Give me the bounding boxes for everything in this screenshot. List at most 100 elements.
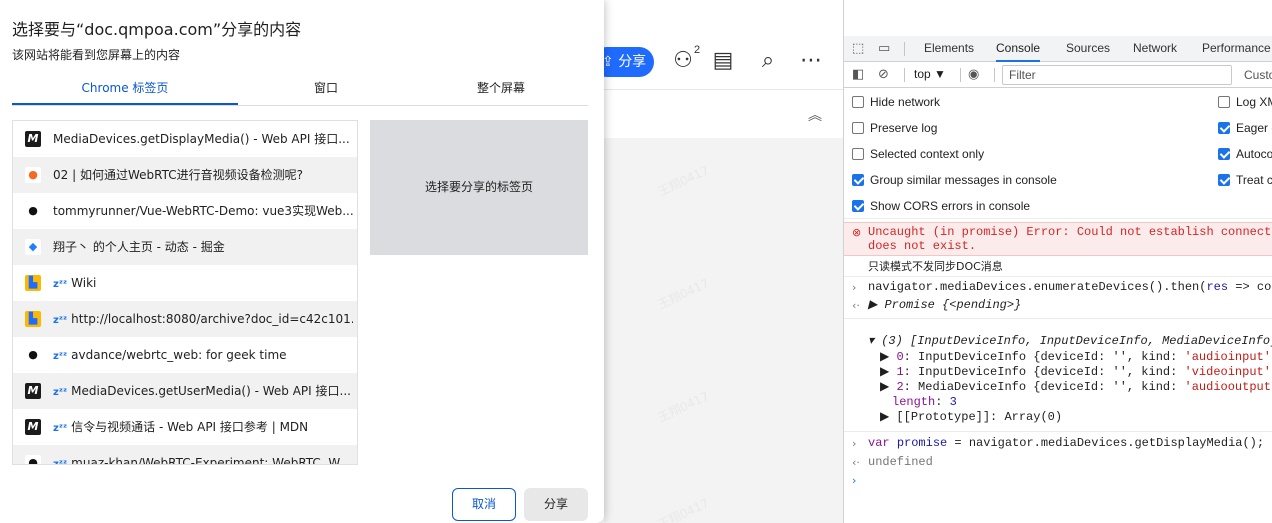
- tab-title: MediaDevices.getDisplayMedia() - Web API…: [53, 132, 350, 146]
- tab-title: 02 | 如何通过WebRTC进行音视频设备检测呢?: [53, 168, 303, 182]
- setting-treat-eval[interactable]: Treat code evaluation as user action: [1218, 171, 1272, 189]
- tab-list-item[interactable]: ● zᶻᶻ muaz-khan/WebRTC-Experiment: WebRTC,…: [13, 445, 357, 465]
- tab-list[interactable]: M MediaDevices.getDisplayMedia() - Web AP…: [12, 120, 358, 465]
- setting-selected-context[interactable]: Selected context only: [852, 145, 984, 163]
- github-icon: ●: [25, 203, 41, 219]
- sleeping-tab-icon: zᶻᶻ: [53, 315, 68, 326]
- tab-title: muaz-khan/WebRTC-Experiment: WebRTC, W..…: [71, 456, 351, 465]
- mdn-icon: M: [25, 383, 41, 399]
- checkbox[interactable]: [852, 200, 864, 212]
- checkbox[interactable]: [852, 96, 864, 108]
- tab-list-item[interactable]: ▙ zᶻᶻ Wiki: [13, 265, 357, 301]
- setting-preserve-log[interactable]: Preserve log: [852, 119, 937, 137]
- setting-hide-network[interactable]: Hide network: [852, 93, 940, 111]
- divider: [844, 318, 1272, 319]
- devtools-tab-sources[interactable]: Sources: [1066, 36, 1110, 62]
- tab-list-item[interactable]: ◆ 翔子丶 的个人主页 - 动态 - 掘金: [13, 229, 357, 265]
- devtools-tab-elements[interactable]: Elements: [924, 36, 974, 62]
- tab-list-item-label: zᶻᶻ avdance/webrtc_web: for geek time: [53, 337, 353, 375]
- tab-list-item[interactable]: ● 02 | 如何通过WebRTC进行音视频设备检测呢?: [13, 157, 357, 193]
- preview-panel: 选择要分享的标签页: [370, 120, 588, 255]
- separator: [904, 42, 905, 56]
- separator: [994, 68, 995, 82]
- inspect-element-icon[interactable]: ⬚: [852, 41, 864, 57]
- devtools-tab-performance[interactable]: Performance: [1202, 36, 1271, 62]
- checkbox[interactable]: [1218, 148, 1230, 160]
- tab-title: 信令与视频通话 - Web API 接口参考 | MDN: [71, 420, 309, 434]
- setting-autocomplete[interactable]: Autocomplete from history: [1218, 145, 1272, 163]
- geektime-icon: ●: [25, 167, 41, 183]
- tab-title: http://localhost:8080/archive?doc_id=c42…: [71, 312, 353, 326]
- result-arrow-icon: ‹·: [852, 299, 860, 312]
- prompt-chevron-icon: ›: [852, 281, 857, 294]
- tab-list-item-label: zᶻᶻ MediaDevices.getUserMedia() - Web API…: [53, 373, 353, 411]
- checkbox[interactable]: [1218, 174, 1230, 186]
- checkbox[interactable]: [1218, 122, 1230, 134]
- collaborator-count: 2: [694, 44, 701, 56]
- tab-list-item-label: MediaDevices.getDisplayMedia() - Web API…: [53, 121, 353, 157]
- tab-window[interactable]: 窗口: [238, 74, 414, 105]
- devtools-tab-network[interactable]: Network: [1133, 36, 1177, 62]
- cancel-button[interactable]: 取消: [452, 488, 516, 521]
- sidebar-toggle-icon[interactable]: ◧: [852, 67, 864, 83]
- live-expression-eye-icon[interactable]: ◉: [968, 67, 979, 83]
- separator: [960, 68, 961, 82]
- tab-title: 翔子丶 的个人主页 - 动态 - 掘金: [53, 240, 225, 254]
- dialog-title: 选择要与“doc.qmpoa.com”分享的内容: [12, 20, 302, 39]
- filter-input[interactable]: [1002, 65, 1232, 85]
- separator: [904, 68, 905, 82]
- sleeping-tab-icon: zᶻᶻ: [53, 423, 68, 434]
- juejin-icon: ◆: [25, 239, 41, 255]
- tab-entire-screen[interactable]: 整个屏幕: [414, 74, 588, 105]
- doc-canvas: [604, 138, 843, 523]
- tab-list-item[interactable]: ▙ zᶻᶻ http://localhost:8080/archive?doc_id…: [13, 301, 357, 337]
- checkbox[interactable]: [852, 122, 864, 134]
- divider: [844, 431, 1272, 432]
- dialog-subtitle: 该网站将能看到您屏幕上的内容: [12, 48, 181, 62]
- devtools-panel: ⬚ ▭ Elements Console Sources Network Per…: [843, 0, 1272, 523]
- clear-console-icon[interactable]: ⊘: [878, 67, 889, 83]
- tab-list-item-label: zᶻᶻ http://localhost:8080/archive?doc_id=…: [53, 301, 353, 339]
- checkbox[interactable]: [852, 174, 864, 186]
- github-icon: ●: [25, 347, 41, 363]
- tab-chrome-tabs[interactable]: Chrome 标签页: [12, 74, 238, 105]
- tab-list-item-label: zᶻᶻ Wiki: [53, 265, 353, 303]
- prompt-chevron-icon: ›: [852, 437, 857, 450]
- tab-title: MediaDevices.getUserMedia() - Web API 接口…: [71, 384, 351, 398]
- mdn-icon: M: [25, 131, 41, 147]
- setting-show-cors[interactable]: Show CORS errors in console: [852, 197, 1030, 215]
- tab-list-item-label: zᶻᶻ muaz-khan/WebRTC-Experiment: WebRTC, …: [53, 445, 353, 465]
- error-icon: ⊗: [852, 226, 862, 239]
- result-arrow-icon: ‹·: [852, 456, 860, 469]
- tab-list-item[interactable]: Mzᶻᶻ 信令与视频通话 - Web API 接口参考 | MDN: [13, 409, 357, 445]
- device-toolbar-icon[interactable]: ▭: [878, 41, 890, 57]
- checkbox[interactable]: [852, 148, 864, 160]
- share-source-tabs: Chrome 标签页 窗口 整个屏幕: [12, 74, 588, 106]
- tab-title: Wiki: [71, 276, 97, 290]
- tab-list-item[interactable]: M MediaDevices.getDisplayMedia() - Web AP…: [13, 121, 357, 157]
- divider: [844, 218, 1272, 219]
- share-button[interactable]: 分享: [524, 488, 588, 521]
- tab-list-item-label: 02 | 如何通过WebRTC进行音视频设备检测呢?: [53, 157, 353, 193]
- console-toolbar: ◧ ⊘ top ▼ ◉ Custom levels: [844, 62, 1272, 88]
- comment-icon[interactable]: ▤: [708, 46, 738, 76]
- collapse-icon[interactable]: ︽: [808, 105, 822, 125]
- setting-group-similar[interactable]: Group similar messages in console: [852, 171, 1057, 189]
- mdn-icon: M: [25, 419, 41, 435]
- share-icon: ⇪: [602, 54, 619, 70]
- console-error-message: ⊗ Uncaught (in promise) Error: Could not…: [844, 222, 1272, 256]
- checkbox[interactable]: [1218, 96, 1230, 108]
- search-icon[interactable]: ⌕: [753, 46, 783, 76]
- preview-text: 选择要分享的标签页: [424, 180, 533, 194]
- wiki-icon: ▙: [25, 311, 41, 327]
- sleeping-tab-icon: zᶻᶻ: [53, 351, 68, 362]
- setting-eager-eval[interactable]: Eager evaluation: [1218, 119, 1272, 137]
- tab-list-item[interactable]: ● zᶻᶻ avdance/webrtc_web: for geek time: [13, 337, 357, 373]
- devtools-tab-console[interactable]: Console: [996, 36, 1041, 62]
- setting-log-xhr[interactable]: Log XMLHttpRequests: [1218, 93, 1272, 111]
- log-levels-dropdown[interactable]: Custom levels: [1244, 68, 1272, 82]
- context-select[interactable]: top ▼: [914, 67, 946, 81]
- tab-list-item[interactable]: Mzᶻᶻ MediaDevices.getUserMedia() - Web AP…: [13, 373, 357, 409]
- more-icon[interactable]: ⋯: [796, 46, 826, 76]
- tab-list-item[interactable]: ● tommyrunner/Vue-WebRTC-Demo: vue3实现Web.…: [13, 193, 357, 229]
